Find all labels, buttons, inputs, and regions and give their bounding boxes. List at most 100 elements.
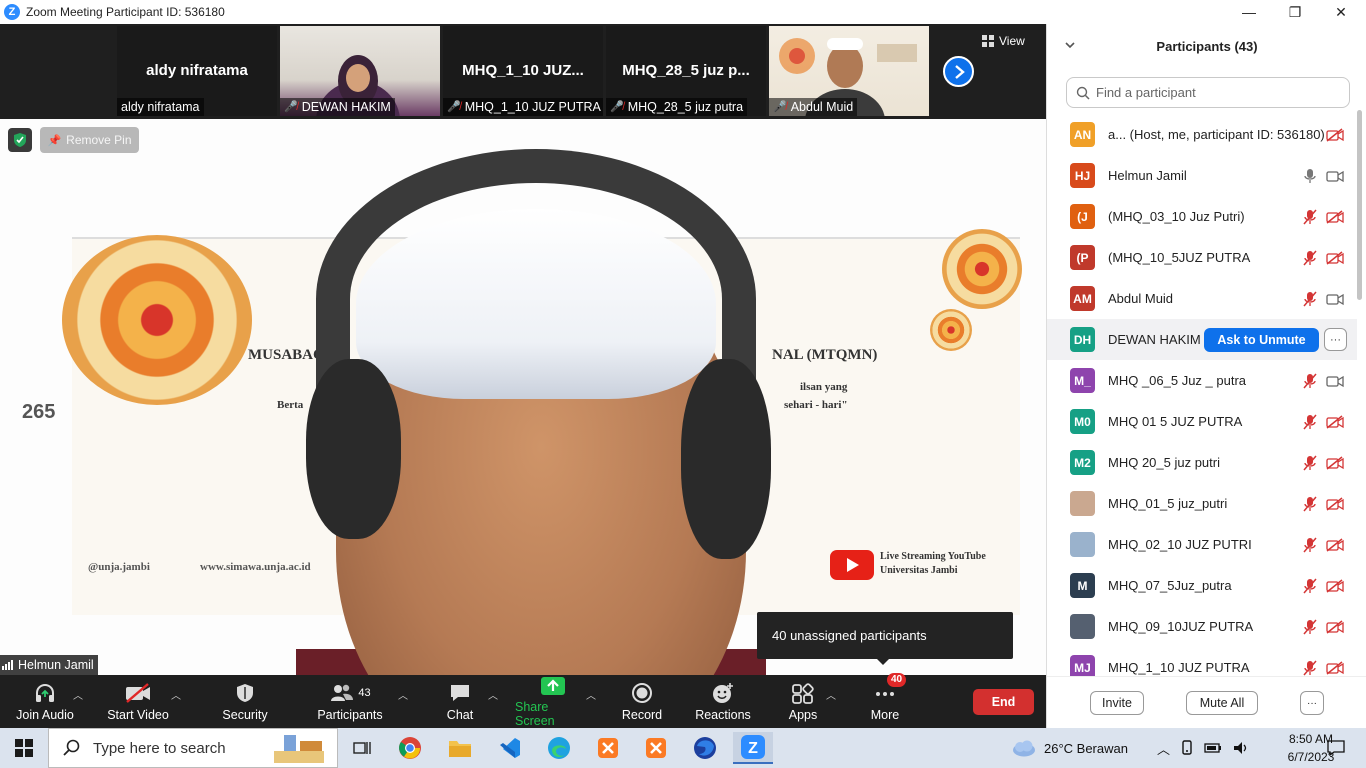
- share-options-caret[interactable]: ︿: [586, 687, 596, 702]
- video-off-icon: [1326, 537, 1344, 552]
- xampp-taskbar-button[interactable]: [588, 732, 628, 764]
- video-off-icon: [1326, 209, 1344, 224]
- share-screen-label: Share Screen: [515, 700, 555, 728]
- thumbnail-dewan-hakim[interactable]: 🎤̸ DEWAN HAKIM: [280, 26, 440, 116]
- panel-more-button[interactable]: ···: [1300, 691, 1324, 715]
- participant-row[interactable]: AN a... (Host, me, participant ID: 536180…: [1047, 114, 1357, 155]
- xampp-taskbar-button-2[interactable]: [636, 732, 676, 764]
- participant-row[interactable]: HJ Helmun Jamil: [1047, 155, 1357, 196]
- mute-all-button[interactable]: Mute All: [1186, 691, 1258, 715]
- participant-row[interactable]: M MHQ_07_5Juz_putra: [1047, 565, 1357, 606]
- pinned-video[interactable]: MUSABAQ NAL (MTQMN) Berta ilsan yang seh…: [0, 119, 1046, 675]
- start-video-button[interactable]: Start Video: [103, 675, 173, 728]
- thumbnail-mhq-28-5[interactable]: MHQ_28_5 juz p... 🎤̸ MHQ_28_5 juz putra: [606, 26, 766, 116]
- participant-row[interactable]: MHQ_09_10JUZ PUTRA: [1047, 606, 1357, 647]
- participant-row[interactable]: M2 MHQ 20_5 juz putri: [1047, 442, 1357, 483]
- participants-options-caret[interactable]: ︿: [398, 687, 408, 702]
- unassigned-tooltip: 40 unassigned participants: [757, 612, 1013, 665]
- end-meeting-button[interactable]: End: [973, 689, 1034, 715]
- thumbnail-aldy[interactable]: aldy nifratama aldy nifratama: [117, 26, 277, 116]
- minimize-button[interactable]: —: [1226, 0, 1272, 24]
- record-button[interactable]: Record: [612, 675, 672, 728]
- view-button[interactable]: View: [982, 34, 1025, 48]
- firefox-taskbar-button[interactable]: [685, 732, 725, 764]
- participant-more-button[interactable]: ···: [1324, 328, 1347, 351]
- notifications-button[interactable]: [1318, 732, 1354, 764]
- security-shield-icon[interactable]: [8, 128, 32, 152]
- avatar: HJ: [1070, 163, 1095, 188]
- windows-taskbar: Type here to search Z 26°C Berawan ︿ 8:5…: [0, 728, 1366, 768]
- smiley-icon: [711, 681, 735, 705]
- participant-row[interactable]: (P (MHQ_10_5JUZ PUTRA: [1047, 237, 1357, 278]
- vscode-taskbar-button[interactable]: [490, 732, 530, 764]
- maximize-button[interactable]: ❐: [1272, 0, 1318, 24]
- thumbnail-label-text: MHQ_28_5 juz putra: [627, 100, 744, 114]
- participant-search-input[interactable]: Find a participant: [1066, 77, 1350, 108]
- chat-button[interactable]: Chat: [430, 675, 490, 728]
- weather-widget[interactable]: 26°C Berawan: [1010, 728, 1128, 768]
- record-label: Record: [621, 708, 663, 722]
- device-icon[interactable]: [1180, 740, 1194, 756]
- participant-row[interactable]: M0 MHQ 01 5 JUZ PUTRA: [1047, 401, 1357, 442]
- windows-logo-icon: [15, 739, 33, 757]
- next-page-button[interactable]: [943, 56, 974, 87]
- folder-icon: [449, 741, 471, 757]
- record-icon: [631, 681, 653, 705]
- video-options-caret[interactable]: ︿: [171, 687, 181, 702]
- participants-button[interactable]: 43 Participants: [312, 675, 388, 728]
- video-off-icon: [1326, 578, 1344, 593]
- participant-row[interactable]: MHQ_01_5 juz_putri: [1047, 483, 1357, 524]
- apps-button[interactable]: Apps: [778, 675, 828, 728]
- security-button[interactable]: Security: [214, 675, 276, 728]
- shield-icon: [235, 681, 255, 705]
- thumbnail-abdul-muid[interactable]: 🎤̸ Abdul Muid: [769, 26, 929, 116]
- edge-taskbar-button[interactable]: [539, 732, 579, 764]
- mic-muted-icon: [1303, 291, 1317, 307]
- remove-pin-button[interactable]: 📌 Remove Pin: [40, 127, 139, 153]
- participant-list-scrollbar[interactable]: [1357, 110, 1362, 300]
- close-button[interactable]: ✕: [1318, 0, 1364, 24]
- chevron-up-icon[interactable]: ︿: [1157, 739, 1170, 758]
- meeting-area: aldy nifratama aldy nifratama 🎤̸ DEWAN HA…: [0, 24, 1046, 675]
- battery-icon[interactable]: [1204, 742, 1222, 754]
- participants-label: Participants: [317, 708, 383, 722]
- more-badge: 40: [887, 673, 907, 687]
- task-view-button[interactable]: [342, 732, 382, 764]
- participant-row[interactable]: (J (MHQ_03_10 Juz Putri): [1047, 196, 1357, 237]
- apps-options-caret[interactable]: ︿: [826, 687, 836, 702]
- join-audio-button[interactable]: Join Audio: [10, 675, 80, 728]
- participant-name: MHQ_02_10 JUZ PUTRI: [1108, 537, 1252, 552]
- participant-row[interactable]: AM Abdul Muid: [1047, 278, 1357, 319]
- participant-name: (MHQ_03_10 Juz Putri): [1108, 209, 1245, 224]
- invite-button[interactable]: Invite: [1090, 691, 1144, 715]
- share-screen-button[interactable]: Share Screen: [515, 675, 591, 728]
- notification-icon: [1327, 740, 1345, 756]
- muted-mic-icon: 🎤̸: [773, 101, 787, 113]
- volume-icon[interactable]: [1232, 740, 1250, 756]
- join-audio-label: Join Audio: [16, 708, 74, 722]
- participant-row[interactable]: MJ MHQ_1_10 JUZ PUTRA: [1047, 647, 1357, 676]
- participants-count: 43: [358, 687, 371, 699]
- participant-row[interactable]: DH DEWAN HAKIM Ask to Unmute ···: [1047, 319, 1357, 360]
- chrome-taskbar-button[interactable]: [390, 732, 430, 764]
- zoom-taskbar-button[interactable]: Z: [733, 732, 773, 764]
- edge-icon: [548, 737, 570, 759]
- search-placeholder: Find a participant: [1096, 85, 1196, 100]
- search-highlight-image: [262, 732, 338, 764]
- thumbnail-label: 🎤̸ MHQ_1_10 JUZ PUTRA: [443, 98, 603, 116]
- reactions-button[interactable]: Reactions: [690, 675, 756, 728]
- more-button[interactable]: 40 More: [860, 673, 910, 728]
- chat-options-caret[interactable]: ︿: [488, 687, 498, 702]
- avatar: AM: [1070, 286, 1095, 311]
- start-button[interactable]: [0, 728, 48, 768]
- ask-to-unmute-button[interactable]: Ask to Unmute: [1204, 327, 1319, 352]
- mic-muted-icon: [1303, 660, 1317, 676]
- avatar: DH: [1070, 327, 1095, 352]
- avatar: (J: [1070, 204, 1095, 229]
- participant-row[interactable]: MHQ_02_10 JUZ PUTRI: [1047, 524, 1357, 565]
- audio-options-caret[interactable]: ︿: [73, 687, 83, 702]
- chevron-down-icon[interactable]: [1065, 38, 1075, 52]
- thumbnail-mhq-1-10[interactable]: MHQ_1_10 JUZ... 🎤̸ MHQ_1_10 JUZ PUTRA: [443, 26, 603, 116]
- participant-row[interactable]: M_ MHQ _06_5 Juz _ putra: [1047, 360, 1357, 401]
- file-explorer-taskbar-button[interactable]: [440, 732, 480, 764]
